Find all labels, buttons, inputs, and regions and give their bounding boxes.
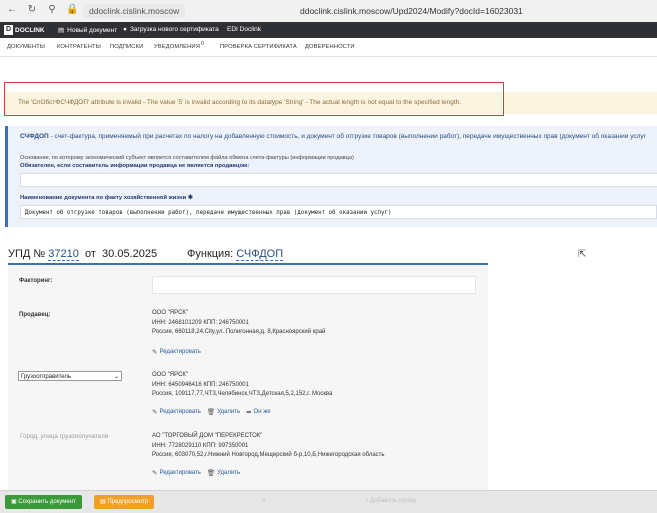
basis-input[interactable] bbox=[20, 173, 657, 187]
menu-powers-of-attorney[interactable]: ДОВЕРЕННОСТИ bbox=[305, 44, 355, 50]
menu-notifications[interactable]: УВЕДОМЛЕНИЯ bbox=[154, 44, 200, 50]
shipper-delete-link[interactable]: 🗑 Удалить bbox=[207, 408, 240, 416]
trash-icon: 🗑 bbox=[206, 470, 216, 477]
seller-details: ООО "ЯРСК" ИНН: 2468101209 КПП: 24675000… bbox=[152, 309, 325, 338]
seller-inn: ИНН: 2468101209 КПП: 246750001 bbox=[152, 319, 249, 326]
tracking-icon[interactable]: ⚲ bbox=[46, 4, 58, 16]
document-name-input[interactable]: Документ об отгрузке товаров (выполнении… bbox=[20, 205, 657, 219]
seller-address: Россия, 660118,24,City,ул. Полигонная,д.… bbox=[152, 329, 326, 335]
shipper-address: Россия, 109117,77,ЧТЗ,Челябинск,ЧТЗ,Детс… bbox=[152, 391, 333, 397]
factoring-label: Факторинг: bbox=[19, 278, 53, 284]
back-icon[interactable]: ← bbox=[6, 4, 18, 16]
basis-label: Основание, по которому экономический суб… bbox=[20, 155, 354, 161]
function-description: СЧФДОП - счет-фактура, применяемый при р… bbox=[20, 133, 647, 140]
chevron-down-icon: ⌄ bbox=[113, 374, 119, 380]
consignee-details: АО "ТОРГОВЫЙ ДОМ "ПЕРЕКРЕСТОК" ИНН: 7728… bbox=[152, 432, 385, 461]
document-name-label: Наименование документа по факту хозяйств… bbox=[20, 195, 193, 201]
browser-nav: ← ↻ ⚲ 🔒 bbox=[6, 4, 78, 16]
menu-documents[interactable]: ДОКУМЕНТЫ bbox=[7, 44, 45, 50]
consignee-address: Россия, 603070,52,г.Нижний Новгород,Меще… bbox=[152, 452, 385, 458]
preview-icon: ▤ bbox=[100, 499, 106, 505]
upd-title: УПД № 37210 от 30.05.2025 bbox=[8, 248, 158, 261]
save-document-button[interactable]: ▣ Сохранить документ bbox=[5, 495, 82, 509]
reload-icon[interactable]: ↻ bbox=[26, 4, 38, 16]
add-row-button[interactable]: + Добавить строку bbox=[365, 498, 416, 504]
parties-card: Факторинг: Продавец: ООО "ЯРСК" ИНН: 246… bbox=[8, 265, 488, 492]
bottom-action-bar: ▣ Сохранить документ ▤ Предпросмотр » + … bbox=[0, 490, 657, 513]
logo-icon: D bbox=[4, 25, 13, 35]
consignee-edit-link[interactable]: ✎ Редактировать bbox=[152, 469, 201, 477]
seller-label: Продавец: bbox=[19, 312, 51, 318]
app-logo[interactable]: D DOCLINK bbox=[4, 25, 45, 35]
url-short[interactable]: ddoclink.cislink.moscow bbox=[83, 4, 186, 18]
function-field: Функция: СЧФДОП bbox=[187, 248, 284, 261]
mouse-cursor-icon: ⇱ bbox=[578, 249, 587, 260]
preview-button[interactable]: ▤ Предпросмотр bbox=[94, 495, 155, 509]
menu-certificate-check[interactable]: ПРОВЕРКА СЕРТИФИКАТА bbox=[220, 44, 297, 50]
factoring-input[interactable] bbox=[152, 276, 476, 294]
shipper-inn: ИНН: 6450946416 КПП: 246750001 bbox=[152, 381, 249, 388]
new-document-link[interactable]: ▤ Новый документ bbox=[58, 26, 117, 35]
menu-subscriptions[interactable]: ПОДПИСКИ bbox=[110, 44, 143, 50]
browser-toolbar: ← ↻ ⚲ 🔒 ddoclink.cislink.moscow ddoclink… bbox=[0, 0, 657, 23]
shipper-actions: ✎ Редактировать 🗑 Удалить ➦ Он же bbox=[152, 408, 271, 416]
url-full[interactable]: ddoclink.cislink.moscow/Upd2024/Modify?d… bbox=[300, 6, 523, 16]
shipper-same-link[interactable]: ➦ Он же bbox=[246, 408, 270, 416]
required-note: Обязателен, если составитель информации … bbox=[20, 163, 250, 169]
shipper-details: ООО "ЯРСК" ИНН: 6450946416 КПП: 24675000… bbox=[152, 371, 333, 400]
pencil-icon: ✎ bbox=[152, 349, 158, 356]
app-header: D DOCLINK ▤ Новый документ ● Загрузка но… bbox=[0, 22, 657, 38]
consignee-city-label: Город, улица грузополучателя bbox=[20, 433, 109, 440]
lock-icon: 🔒 bbox=[66, 4, 79, 15]
seller-edit-link[interactable]: ✎ Редактировать bbox=[152, 348, 201, 356]
main-menu: ДОКУМЕНТЫ КОНТРАГЕНТЫ ПОДПИСКИ УВЕДОМЛЕН… bbox=[0, 38, 657, 57]
upload-certificate-link[interactable]: ● Загрузка нового сертификата bbox=[123, 26, 219, 33]
upd-date[interactable]: 30.05.2025 bbox=[102, 248, 157, 260]
upload-icon: ● bbox=[123, 26, 127, 33]
shipper-edit-link[interactable]: ✎ Редактировать bbox=[152, 408, 201, 416]
document-icon: ▤ bbox=[58, 27, 65, 34]
shipper-select[interactable]: Грузоотправитель ⌄ bbox=[18, 371, 122, 381]
notifications-badge: 0 bbox=[201, 41, 204, 47]
save-icon: ▣ bbox=[11, 499, 17, 505]
consignee-name: АО "ТОРГОВЫЙ ДОМ "ПЕРЕКРЕСТОК" bbox=[152, 433, 263, 439]
consignee-inn: ИНН: 7728029110 КПП: 997350001 bbox=[152, 442, 249, 449]
function-value[interactable]: СЧФДОП bbox=[236, 248, 284, 261]
menu-contractors[interactable]: КОНТРАГЕНТЫ bbox=[57, 44, 101, 50]
pencil-icon: ✎ bbox=[152, 409, 158, 416]
consignee-delete-link[interactable]: 🗑 Удалить bbox=[207, 469, 240, 477]
consignee-actions: ✎ Редактировать 🗑 Удалить bbox=[152, 469, 240, 477]
shipper-name: ООО "ЯРСК" bbox=[152, 372, 189, 378]
upd-number[interactable]: 37210 bbox=[48, 248, 79, 261]
edi-link[interactable]: EDI Doclink bbox=[227, 26, 261, 33]
faded-separator-icon: » bbox=[262, 498, 266, 504]
seller-name: ООО "ЯРСК" bbox=[152, 310, 189, 316]
share-arrow-icon: ➦ bbox=[246, 409, 252, 416]
document-info-panel: СЧФДОП - счет-фактура, применяемый при р… bbox=[5, 126, 657, 227]
pencil-icon: ✎ bbox=[152, 470, 158, 477]
error-highlight-frame bbox=[4, 82, 504, 116]
trash-icon: 🗑 bbox=[206, 409, 216, 416]
seller-actions: ✎ Редактировать bbox=[152, 348, 201, 356]
